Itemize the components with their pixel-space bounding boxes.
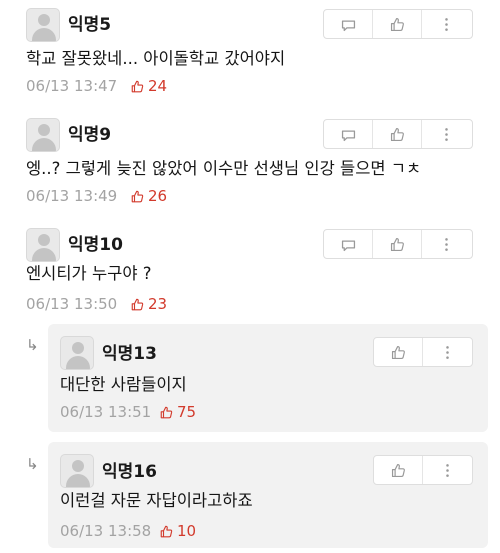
- reply-time: 06/13 13:51: [60, 403, 152, 421]
- comment-author: 익명9: [68, 125, 112, 145]
- avatar: [26, 118, 60, 152]
- like-count: 75: [159, 403, 196, 421]
- comment-author: 익명5: [68, 15, 112, 35]
- like-count-value: 75: [177, 403, 197, 421]
- thumbs-up-icon: [391, 463, 405, 477]
- vertical-dots-icon: [445, 237, 448, 251]
- like-count: 26: [130, 187, 167, 205]
- avatar: [60, 454, 94, 488]
- like-count: 10: [159, 522, 196, 540]
- like-count-value: 24: [148, 77, 168, 95]
- comment-actions: [323, 119, 473, 149]
- like-button[interactable]: [373, 10, 422, 38]
- comment-item: 익명9 엥..? 그렇게 늦진 않았어 이수만 선생님 인강 들으면 ㄱㅊ 06…: [0, 110, 500, 220]
- comment-text: 엔시티가 누구야 ?: [26, 264, 152, 283]
- comment-text: 엥..? 그렇게 늦진 않았어 이수만 선생님 인강 들으면 ㄱㅊ: [26, 159, 422, 178]
- vertical-dots-icon: [445, 17, 448, 31]
- thumbs-up-icon: [391, 345, 405, 359]
- thumbs-up-icon: [160, 406, 173, 418]
- thumbs-up-icon: [390, 127, 404, 141]
- thumbs-up-icon: [131, 298, 144, 310]
- reply-author: 익명13: [102, 344, 157, 364]
- speech-bubble-icon: [341, 129, 355, 141]
- thumbs-up-icon: [160, 525, 173, 537]
- comment-item: 익명10 엔시티가 누구야 ? 06/13 13:50 23: [0, 220, 500, 320]
- more-button[interactable]: [422, 120, 471, 148]
- thumbs-up-icon: [390, 237, 404, 251]
- vertical-dots-icon: [446, 463, 449, 477]
- like-count-value: 26: [148, 187, 168, 205]
- comment-time: 06/13 13:47: [26, 77, 118, 95]
- comment-item: 익명5 학교 잘못왔네... 아이돌학교 갔어야지 06/13 13:47 24: [0, 0, 500, 110]
- comment-actions: [323, 229, 473, 259]
- reply-text: 대단한 사람들이지: [60, 375, 187, 394]
- more-button[interactable]: [423, 456, 472, 484]
- comment-time: 06/13 13:49: [26, 187, 118, 205]
- like-button[interactable]: [373, 230, 422, 258]
- thumbs-up-icon: [131, 80, 144, 92]
- comment-author: 익명10: [68, 235, 123, 255]
- reply-time: 06/13 13:58: [60, 522, 152, 540]
- reply-item: 익명13 대단한 사람들이지 06/13 13:51 75: [48, 324, 488, 432]
- reply-author: 익명16: [102, 462, 157, 482]
- thumbs-up-icon: [390, 17, 404, 31]
- more-button[interactable]: [422, 230, 471, 258]
- comment-time: 06/13 13:50: [26, 295, 118, 313]
- speech-bubble-icon: [341, 19, 355, 31]
- like-button[interactable]: [374, 456, 423, 484]
- reply-arrow-icon: ↳: [26, 455, 39, 473]
- reply-text: 이런걸 자문 자답이라고하죠: [60, 491, 253, 510]
- reply-arrow-icon: ↳: [26, 336, 39, 354]
- thumbs-up-icon: [131, 190, 144, 202]
- reply-actions: [373, 337, 473, 367]
- reply-button[interactable]: [324, 10, 373, 38]
- comment-text: 학교 잘못왔네... 아이돌학교 갔어야지: [26, 49, 286, 68]
- more-button[interactable]: [423, 338, 472, 366]
- reply-button[interactable]: [324, 230, 373, 258]
- reply-actions: [373, 455, 473, 485]
- like-button[interactable]: [373, 120, 422, 148]
- avatar: [60, 336, 94, 370]
- vertical-dots-icon: [445, 127, 448, 141]
- reply-button[interactable]: [324, 120, 373, 148]
- comment-actions: [323, 9, 473, 39]
- like-count-value: 23: [148, 295, 168, 313]
- more-button[interactable]: [422, 10, 471, 38]
- reply-item: 익명16 이런걸 자문 자답이라고하죠 06/13 13:58 10: [48, 442, 488, 548]
- like-count: 23: [130, 295, 167, 313]
- speech-bubble-icon: [341, 239, 355, 251]
- like-count: 24: [130, 77, 167, 95]
- avatar: [26, 8, 60, 42]
- like-button[interactable]: [374, 338, 423, 366]
- like-count-value: 10: [177, 522, 197, 540]
- vertical-dots-icon: [446, 345, 449, 359]
- avatar: [26, 228, 60, 262]
